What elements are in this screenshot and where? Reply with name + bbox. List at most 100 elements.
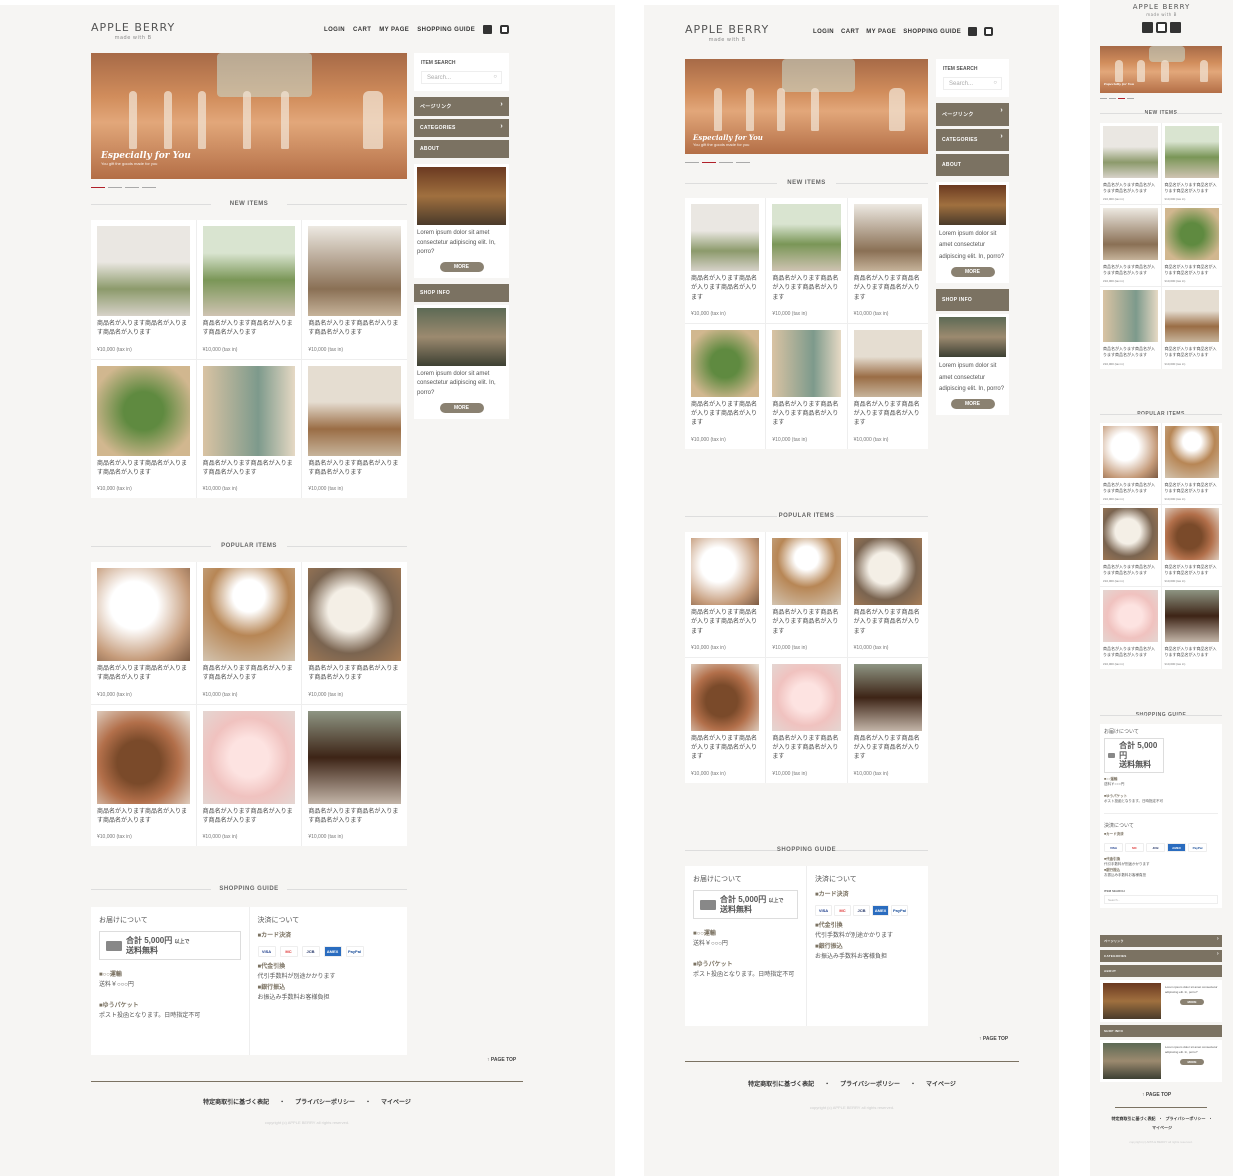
product-card[interactable]: 商品名が入ります商品名が入ります商品名が入ります ¥10,000 (tax in) — [847, 657, 928, 783]
product-card[interactable]: 商品名が入ります商品名が入ります商品名が入ります ¥10,000 (tax in) — [766, 323, 847, 449]
product-name[interactable]: 商品名が入ります商品名が入ります商品名が入ります — [203, 320, 296, 339]
product-image[interactable] — [1103, 426, 1158, 478]
product-card[interactable]: 商品名が入ります商品名が入ります商品名が入ります ¥10,000 (tax in) — [302, 704, 407, 847]
footer-link-privacy[interactable]: プライバシーポリシー — [295, 1097, 355, 1106]
product-name[interactable]: 商品名が入ります商品名が入ります商品名が入ります — [1103, 482, 1158, 493]
nav-shopping-guide[interactable]: SHOPPING GUIDE — [417, 27, 475, 33]
site-logo[interactable]: APPLE BERRY made with B — [91, 21, 175, 41]
product-image[interactable] — [853, 329, 922, 397]
product-name[interactable]: 商品名が入ります商品名が入ります商品名が入ります — [772, 275, 840, 303]
product-image[interactable] — [97, 226, 190, 316]
product-card[interactable]: 商品名が入ります商品名が入ります商品名が入ります ¥10,000 (tax in) — [685, 198, 766, 323]
product-image[interactable] — [97, 710, 190, 804]
product-name[interactable]: 商品名が入ります商品名が入ります商品名が入ります — [1165, 564, 1220, 575]
slider-dots[interactable] — [685, 162, 750, 163]
product-name[interactable]: 商品名が入ります商品名が入ります商品名が入ります — [1165, 264, 1220, 275]
product-image[interactable] — [853, 204, 922, 271]
sidebar-link-page[interactable]: ページリンク › — [1100, 935, 1222, 947]
product-card[interactable]: 商品名が入ります商品名が入ります商品名が入ります ¥10,000 (tax in) — [196, 562, 302, 704]
product-card[interactable]: 商品名が入ります商品名が入ります商品名が入ります ¥10,000 (tax in) — [766, 657, 847, 783]
product-image[interactable] — [308, 710, 401, 804]
footer-link-privacy[interactable]: プライバシーポリシー — [1166, 1116, 1206, 1122]
product-card[interactable]: 商品名が入ります商品名が入ります商品名が入ります ¥10,000 (tax in) — [1161, 423, 1222, 505]
product-name[interactable]: 商品名が入ります商品名が入ります商品名が入ります — [772, 401, 840, 429]
page-top-link[interactable]: ↑ PAGE TOP — [1142, 1092, 1171, 1098]
search-input[interactable]: Search... — [943, 77, 1002, 90]
sidebar-link-about[interactable]: ABOUT — [936, 154, 1009, 176]
product-name[interactable]: 商品名が入ります商品名が入ります商品名が入ります — [1165, 182, 1220, 193]
product-image[interactable] — [202, 710, 296, 804]
product-card[interactable]: 商品名が入ります商品名が入ります商品名が入ります ¥10,000 (tax in) — [302, 220, 407, 359]
product-image[interactable] — [308, 568, 401, 661]
footer-link-mypage[interactable]: マイページ — [926, 1079, 956, 1088]
product-image[interactable] — [853, 663, 922, 731]
nav-login[interactable]: LOGIN — [813, 29, 834, 35]
product-name[interactable]: 商品名が入ります商品名が入ります商品名が入ります — [308, 808, 401, 827]
product-image[interactable] — [308, 226, 401, 316]
product-image[interactable] — [1164, 290, 1219, 343]
product-card[interactable]: 商品名が入ります商品名が入ります商品名が入ります ¥10,000 (tax in) — [1100, 423, 1161, 505]
search-input[interactable]: Search... — [1104, 895, 1218, 905]
product-image[interactable] — [1164, 126, 1219, 178]
product-name[interactable]: 商品名が入ります商品名が入ります商品名が入ります — [308, 320, 401, 339]
product-name[interactable]: 商品名が入ります商品名が入ります商品名が入ります — [854, 735, 922, 763]
product-image[interactable] — [97, 568, 190, 661]
product-name[interactable]: 商品名が入ります商品名が入ります商品名が入ります — [854, 401, 922, 429]
site-logo[interactable]: APPLE BERRY made with B — [1090, 3, 1233, 17]
product-image[interactable] — [691, 663, 760, 731]
facebook-icon[interactable] — [483, 25, 493, 34]
product-name[interactable]: 商品名が入ります商品名が入ります商品名が入ります — [691, 609, 759, 637]
facebook-icon[interactable] — [1142, 22, 1153, 33]
sidebar-link-categories[interactable]: CATEGORIES › — [1100, 950, 1222, 962]
product-card[interactable]: 商品名が入ります商品名が入ります商品名が入ります ¥10,000 (tax in) — [91, 704, 196, 847]
facebook-icon[interactable] — [968, 27, 978, 36]
product-card[interactable]: 商品名が入ります商品名が入ります商品名が入ります ¥10,000 (tax in) — [685, 323, 766, 449]
product-image[interactable] — [772, 329, 841, 397]
footer-link-tokutei[interactable]: 特定商取引に基づく表記 — [1112, 1116, 1156, 1122]
product-image[interactable] — [853, 538, 922, 605]
sidebar-link-page[interactable]: ページリンク › — [936, 103, 1009, 126]
product-image[interactable] — [772, 538, 841, 605]
product-card[interactable]: 商品名が入ります商品名が入ります商品名が入ります ¥10,000 (tax in) — [1100, 505, 1161, 587]
product-card[interactable]: 商品名が入ります商品名が入ります商品名が入ります ¥10,000 (tax in) — [766, 532, 847, 657]
instagram-icon[interactable] — [984, 27, 994, 36]
search-input[interactable]: Search... — [421, 71, 502, 84]
hero-slider[interactable]: Especially for You — [1100, 46, 1222, 93]
product-name[interactable]: 商品名が入ります商品名が入ります商品名が入ります — [1165, 646, 1220, 657]
product-image[interactable] — [97, 365, 190, 456]
hero-slider[interactable]: Especially for You You gift the goods ma… — [685, 59, 928, 154]
product-name[interactable]: 商品名が入ります商品名が入ります商品名が入ります — [854, 609, 922, 637]
product-name[interactable]: 商品名が入ります商品名が入ります商品名が入ります — [1103, 346, 1158, 357]
product-card[interactable]: 商品名が入ります商品名が入ります商品名が入ります ¥10,000 (tax in) — [196, 704, 302, 847]
product-card[interactable]: 商品名が入ります商品名が入ります商品名が入ります ¥10,000 (tax in) — [196, 220, 302, 359]
nav-login[interactable]: LOGIN — [324, 27, 345, 33]
product-name[interactable]: 商品名が入ります商品名が入ります商品名が入ります — [97, 665, 190, 684]
product-card[interactable]: 商品名が入ります商品名が入ります商品名が入ります ¥10,000 (tax in) — [91, 359, 196, 499]
product-name[interactable]: 商品名が入ります商品名が入ります商品名が入ります — [1165, 346, 1220, 357]
product-image[interactable] — [691, 329, 760, 397]
product-image[interactable] — [202, 568, 296, 661]
product-card[interactable]: 商品名が入ります商品名が入ります商品名が入ります ¥10,000 (tax in) — [685, 657, 766, 783]
product-card[interactable]: 商品名が入ります商品名が入ります商品名が入ります ¥10,000 (tax in) — [196, 359, 302, 499]
product-card[interactable]: 商品名が入ります商品名が入ります商品名が入ります ¥10,000 (tax in) — [91, 220, 196, 359]
product-card[interactable]: 商品名が入ります商品名が入ります商品名が入ります ¥10,000 (tax in) — [847, 323, 928, 449]
sidebar-link-categories[interactable]: CATEGORIES › — [936, 129, 1009, 151]
more-button[interactable]: MORE — [439, 402, 484, 413]
product-name[interactable]: 商品名が入ります商品名が入ります商品名が入ります — [691, 401, 759, 429]
instagram-icon[interactable] — [500, 25, 510, 34]
sidebar-link-about[interactable]: ABOUT — [414, 140, 509, 158]
product-image[interactable] — [1164, 208, 1219, 261]
sidebar-link-categories[interactable]: CATEGORIES › — [414, 119, 509, 137]
product-name[interactable]: 商品名が入ります商品名が入ります商品名が入ります — [1103, 564, 1158, 575]
product-name[interactable]: 商品名が入ります商品名が入ります商品名が入ります — [772, 609, 840, 637]
product-card[interactable]: 商品名が入ります商品名が入ります商品名が入ります ¥10,000 (tax in) — [685, 532, 766, 657]
product-card[interactable]: 商品名が入ります商品名が入ります商品名が入ります ¥10,000 (tax in) — [1100, 587, 1161, 669]
product-name[interactable]: 商品名が入ります商品名が入ります商品名が入ります — [203, 460, 296, 479]
more-button[interactable]: MORE — [439, 261, 484, 272]
product-name[interactable]: 商品名が入ります商品名が入ります商品名が入ります — [691, 735, 759, 763]
footer-link-privacy[interactable]: プライバシーポリシー — [840, 1079, 900, 1088]
more-button[interactable]: MORE — [1180, 1058, 1204, 1065]
product-image[interactable] — [1164, 426, 1219, 478]
nav-mypage[interactable]: MY PAGE — [866, 29, 896, 35]
product-card[interactable]: 商品名が入ります商品名が入ります商品名が入ります ¥10,000 (tax in) — [766, 198, 847, 323]
